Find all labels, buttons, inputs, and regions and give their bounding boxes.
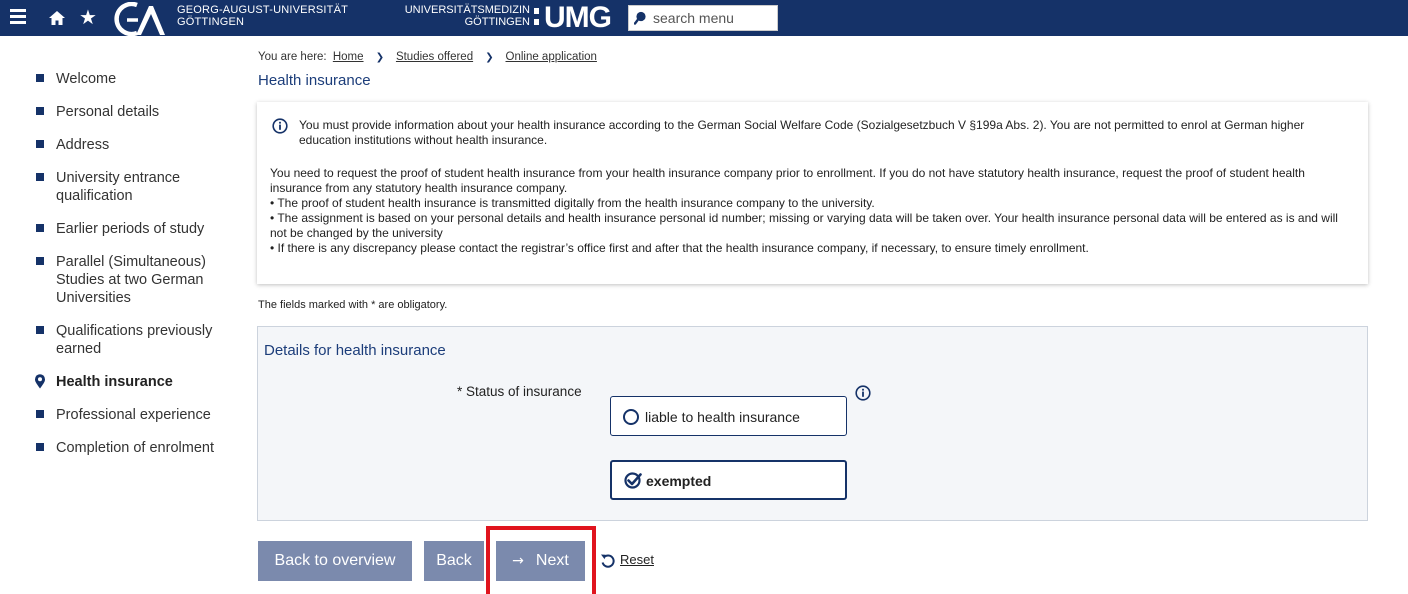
radio-circle-icon [623, 409, 639, 425]
sidebar-item-label: Earlier periods of study [56, 221, 205, 237]
umg-name-line2: GÖTTINGEN [464, 16, 530, 28]
university-logo[interactable] [107, 2, 173, 36]
search-icon[interactable] [634, 11, 648, 25]
sidebar-item-label: Personal details [56, 104, 160, 120]
bullet-icon [36, 74, 44, 82]
breadcrumb-online-application[interactable]: Online application [506, 51, 597, 63]
form-section-title: Details for health insurance [264, 342, 446, 359]
sidebar-item-label: Address [56, 137, 110, 153]
sidebar-item-personal-details[interactable]: Personal details [36, 103, 236, 121]
reset-icon [601, 554, 615, 568]
sidebar-item-label: University entrance qualification [56, 170, 181, 204]
university-name-line1: GEORG-AUGUST-UNIVERSITÄT [177, 4, 349, 16]
breadcrumb: You are here: Home ❯ Studies offered ❯ O… [258, 51, 600, 63]
radio-liable[interactable]: liable to health insurance [610, 396, 847, 436]
umg-separator [534, 8, 540, 30]
bullet-icon [36, 443, 44, 451]
home-icon[interactable] [48, 9, 66, 27]
breadcrumb-prefix: You are here: [258, 51, 327, 63]
search-input[interactable] [653, 9, 775, 27]
location-pin-icon [35, 374, 45, 389]
info-icon[interactable] [855, 385, 871, 401]
info-notice: You must provide information about your … [270, 118, 1354, 148]
sidebar-item-earlier-periods[interactable]: Earlier periods of study [36, 220, 236, 238]
back-to-overview-button[interactable]: Back to overview [258, 541, 412, 581]
top-bar: ★ GEORG-AUGUST-UNIVERSITÄT GÖTTINGEN UNI… [0, 0, 1408, 36]
radio-exempted[interactable]: exempted [610, 460, 847, 500]
back-button[interactable]: Back [424, 541, 484, 581]
sidebar-item-address[interactable]: Address [36, 136, 236, 154]
chevron-right-icon: ❯ [485, 52, 494, 63]
info-paragraph: You need to request the proof of student… [270, 166, 1305, 195]
info-bullet: • If there is any discrepancy please con… [270, 241, 1089, 255]
bullet-icon [36, 140, 44, 148]
sidebar-item-label: Professional experience [56, 407, 211, 423]
sidebar-item-label: Health insurance [56, 374, 173, 390]
bullet-icon [36, 410, 44, 418]
form-panel: Details for health insurance * Status of… [257, 326, 1368, 521]
sidebar-item-professional-experience[interactable]: Professional experience [36, 406, 236, 424]
sidebar-item-label: Qualifications previously earned [56, 323, 213, 357]
university-name[interactable]: GEORG-AUGUST-UNIVERSITÄT GÖTTINGEN [177, 4, 348, 28]
sidebar-item-completion[interactable]: Completion of enrolment [36, 439, 236, 457]
bullet-icon [36, 257, 44, 265]
umg-name-line1: UNIVERSITÄTSMEDIZIN [404, 4, 530, 16]
info-icon [272, 118, 288, 134]
sidebar-item-entrance-qualification[interactable]: University entrance qualification [36, 169, 236, 205]
search-box[interactable] [628, 5, 778, 31]
star-icon[interactable]: ★ [79, 5, 97, 29]
sidebar: Welcome Personal details Address Univers… [35, 70, 236, 472]
info-panel: You must provide information about your … [257, 102, 1368, 284]
highlight-box [486, 526, 596, 594]
breadcrumb-studies-offered[interactable]: Studies offered [396, 51, 473, 63]
umg-name[interactable]: UNIVERSITÄTSMEDIZIN GÖTTINGEN [400, 4, 530, 28]
obligatory-note: The fields marked with * are obligatory. [258, 299, 448, 311]
insurance-status-label: * Status of insurance [457, 384, 582, 399]
radio-label: liable to health insurance [645, 409, 800, 425]
sidebar-item-label: Completion of enrolment [56, 440, 214, 456]
sidebar-item-label: Welcome [56, 71, 117, 87]
info-bullet: • The proof of student health insurance … [270, 196, 875, 210]
sidebar-item-health-insurance[interactable]: Health insurance [35, 373, 236, 391]
menu-icon[interactable] [10, 9, 26, 25]
sidebar-item-welcome[interactable]: Welcome [36, 70, 236, 88]
chevron-right-icon: ❯ [375, 52, 385, 63]
sidebar-item-label: Parallel (Simultaneous) Studies at two G… [56, 254, 206, 306]
sidebar-item-parallel-studies[interactable]: Parallel (Simultaneous) Studies at two G… [36, 253, 236, 307]
university-name-line2: GÖTTINGEN [177, 16, 245, 28]
info-bullet: • The assignment is based on your person… [270, 211, 1338, 240]
info-notice-text: You must provide information about your … [299, 118, 1305, 147]
bullet-icon [36, 107, 44, 115]
umg-logo[interactable]: UMG [544, 1, 612, 35]
radio-label: exempted [646, 473, 712, 489]
check-circle-icon [624, 472, 642, 489]
sidebar-item-qualifications[interactable]: Qualifications previously earned [36, 322, 236, 358]
bullet-icon [36, 326, 44, 334]
bullet-icon [36, 224, 44, 232]
bullet-icon [36, 173, 44, 181]
reset-label: Reset [620, 552, 654, 567]
page-title: Health insurance [258, 72, 371, 89]
breadcrumb-home[interactable]: Home [333, 51, 364, 63]
